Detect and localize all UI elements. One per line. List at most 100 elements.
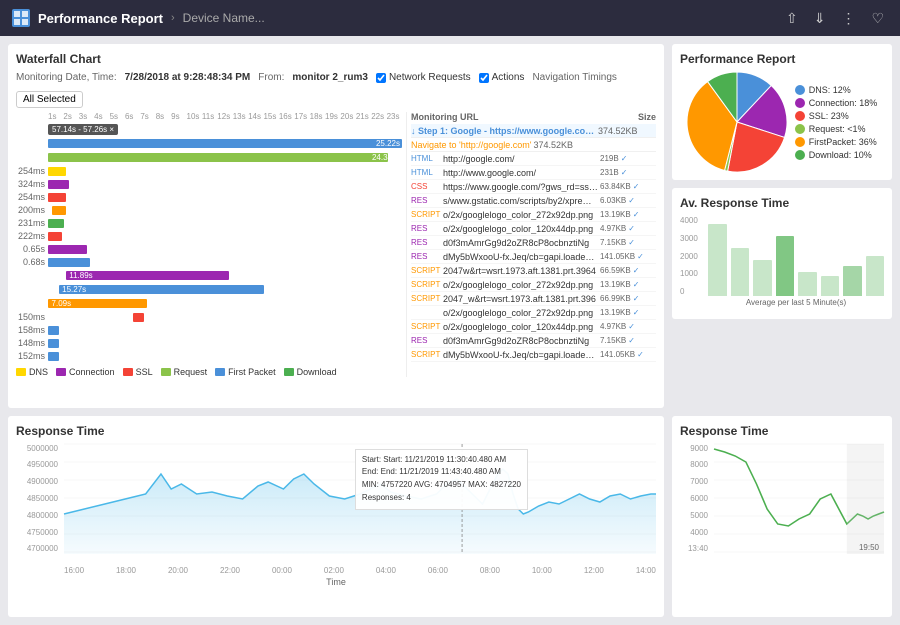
av-response-yaxis: 4000 3000 2000 1000 0: [680, 216, 698, 296]
url-step-size: 374.52KB: [598, 126, 638, 136]
logo: [12, 9, 30, 27]
url-row-14: o/2x/googlelogo_color_272x92dp.png13.19K…: [411, 306, 656, 320]
tick-1s: 1s: [48, 112, 63, 121]
bar-container-4: [48, 180, 402, 189]
bar-container-7: [48, 219, 402, 228]
bar-time-11: 11.89s: [69, 271, 92, 280]
url-row-3: HTMLhttp://google.com/219B✓: [411, 152, 656, 166]
legend-ssl-dot: [123, 368, 133, 376]
tick-5s: 5s: [110, 112, 125, 121]
tick-7s: 7s: [140, 112, 155, 121]
bar-fill-17: [48, 352, 59, 361]
url-row-12: SCRIPTo/2x/googlelogo_color_272x92dp.png…: [411, 278, 656, 292]
bar-label-17: 152ms: [16, 351, 48, 361]
url-row-7: SCRIPTo/2x/googlelogo_color_272x92dp.png…: [411, 208, 656, 222]
legend-firstpacket-dot: [215, 368, 225, 376]
av-bar-4: [776, 236, 795, 296]
yaxis-4000: 4000: [680, 216, 698, 225]
url-list-header: Monitoring URL Size: [411, 112, 656, 122]
chat-icon[interactable]: ♡: [867, 6, 888, 31]
tick-12s: 12s: [217, 112, 232, 121]
yaxis-2000: 2000: [680, 252, 698, 261]
bar-label-4: 324ms: [16, 179, 48, 189]
legend-connection: Connection: [56, 367, 115, 377]
url-rows: HTMLhttp://google.com/219B✓HTMLhttp://ww…: [411, 152, 656, 362]
tick-19s: 19s: [325, 112, 340, 121]
pie-ssl-label: SSL: 23%: [809, 111, 849, 121]
bar-row-6: 200ms: [16, 204, 402, 216]
bar-row-7: 231ms: [16, 217, 402, 229]
tooltip-responses: Responses: 4: [362, 492, 521, 505]
waterfall-body: 1s 2s 3s 4s 5s 6s 7s 8s 9s 10s 11s 12s 1…: [16, 112, 656, 377]
bar-fill-4: [48, 180, 69, 189]
highlight-box: 57.14s - 57.26s ×: [48, 124, 118, 135]
download-icon[interactable]: ⇓: [810, 6, 830, 31]
bar-row-5: 254ms: [16, 191, 402, 203]
bar-label-6: 200ms: [16, 205, 48, 215]
x-2000: 20:00: [168, 566, 188, 575]
legend-ssl-label: SSL: [136, 367, 153, 377]
yaxis-3000: 3000: [680, 234, 698, 243]
response-time-bottom-left: Response Time 5000000 4950000 4900000 48…: [8, 416, 664, 618]
nav-timings-label: Navigation Timings: [532, 72, 616, 83]
bar-container-16: [48, 339, 402, 348]
legend-firstpacket-label: First Packet: [228, 367, 276, 377]
legend-download-dot: [284, 368, 294, 376]
bar-row-4: 324ms: [16, 178, 402, 190]
bar-row-9: 0.65s: [16, 243, 402, 255]
response-bl-tooltip: Start: Start: 11/21/2019 11:30:40.480 AM…: [355, 449, 528, 510]
bar-row-1: 25.22s: [16, 137, 402, 150]
bar-label-14: 150ms: [16, 312, 48, 322]
x-0000: 00:00: [272, 566, 292, 575]
legend-connection-label: Connection: [69, 367, 115, 377]
url-navigate-text: Navigate to 'http://google.com': [411, 140, 532, 150]
app-logo: [12, 9, 30, 27]
url-row-13: SCRIPT2047_w&rt=wsrt.1973.aft.1381.prt.3…: [411, 292, 656, 306]
url-navigate-size: 374.52KB: [534, 140, 574, 150]
legend-connection-pie: Connection: 18%: [795, 98, 878, 108]
legend-download-pie: Download: 10%: [795, 150, 878, 160]
bar-container-2: 24.38s: [48, 153, 402, 162]
url-row-4: HTMLhttp://www.google.com/231B✓: [411, 166, 656, 180]
bar-label-3: 254ms: [16, 166, 48, 176]
tick-11s: 11s: [202, 112, 217, 121]
tick-23s: 23s: [387, 112, 402, 121]
av-bar-7: [843, 266, 862, 296]
url-row-9: RESd0f3mAmrGg9d2oZR8cP8ocbnztiNg7.15KB✓: [411, 236, 656, 250]
bar-row-16: 148ms: [16, 337, 402, 349]
pie-firstpacket-dot: [795, 137, 805, 147]
network-requests-check[interactable]: Network Requests: [376, 72, 471, 83]
y-4900000: 4900000: [16, 477, 58, 486]
url-list: Monitoring URL Size ↓ Step 1: Google - h…: [406, 112, 656, 377]
actions-checkbox[interactable]: [479, 73, 489, 83]
url-row-navigate: Navigate to 'http://google.com' 374.52KB: [411, 138, 656, 152]
monitoring-label: Monitoring Date, Time:: [16, 72, 117, 83]
share-icon[interactable]: ⇧: [782, 6, 802, 31]
bar-row-12: 15.27s: [16, 283, 402, 296]
rt-br-svg: [714, 444, 884, 554]
bar-row-15: 158ms: [16, 324, 402, 336]
av-response-chart: 4000 3000 2000 1000 0 Average per las: [680, 216, 884, 311]
x-1000: 10:00: [532, 566, 552, 575]
tick-22s: 22s: [371, 112, 386, 121]
bar-row-2: 24.38s: [16, 151, 402, 164]
all-selected-dropdown[interactable]: All Selected: [16, 91, 83, 108]
yaxis-0: 0: [680, 287, 698, 296]
tick-8s: 8s: [156, 112, 171, 121]
tick-9s: 9s: [171, 112, 186, 121]
bar-fill-1: [48, 139, 402, 148]
x-0200: 02:00: [324, 566, 344, 575]
av-response-panel: Av. Response Time 4000 3000 2000 1000 0: [672, 188, 892, 319]
bar-container-17: [48, 352, 402, 361]
perf-report-panel: Performance Report DNS: 12% Connection: …: [672, 44, 892, 180]
menu-icon[interactable]: ⋮: [837, 6, 859, 31]
network-requests-checkbox[interactable]: [376, 73, 386, 83]
waterfall-bars-area: 1s 2s 3s 4s 5s 6s 7s 8s 9s 10s 11s 12s 1…: [16, 112, 402, 377]
bar-container-10: [48, 258, 402, 267]
tick-10s: 10s: [187, 112, 202, 121]
av-bar-1: [708, 224, 727, 296]
bar-fill-9: [48, 245, 87, 254]
actions-check[interactable]: Actions: [479, 72, 525, 83]
url-row-17: SCRIPTdMy5bWxooU-fx.Jeq/cb=gapi.loaded_0…: [411, 348, 656, 362]
url-row-15: SCRIPTo/2x/googlelogo_color_120x44dp.png…: [411, 320, 656, 334]
